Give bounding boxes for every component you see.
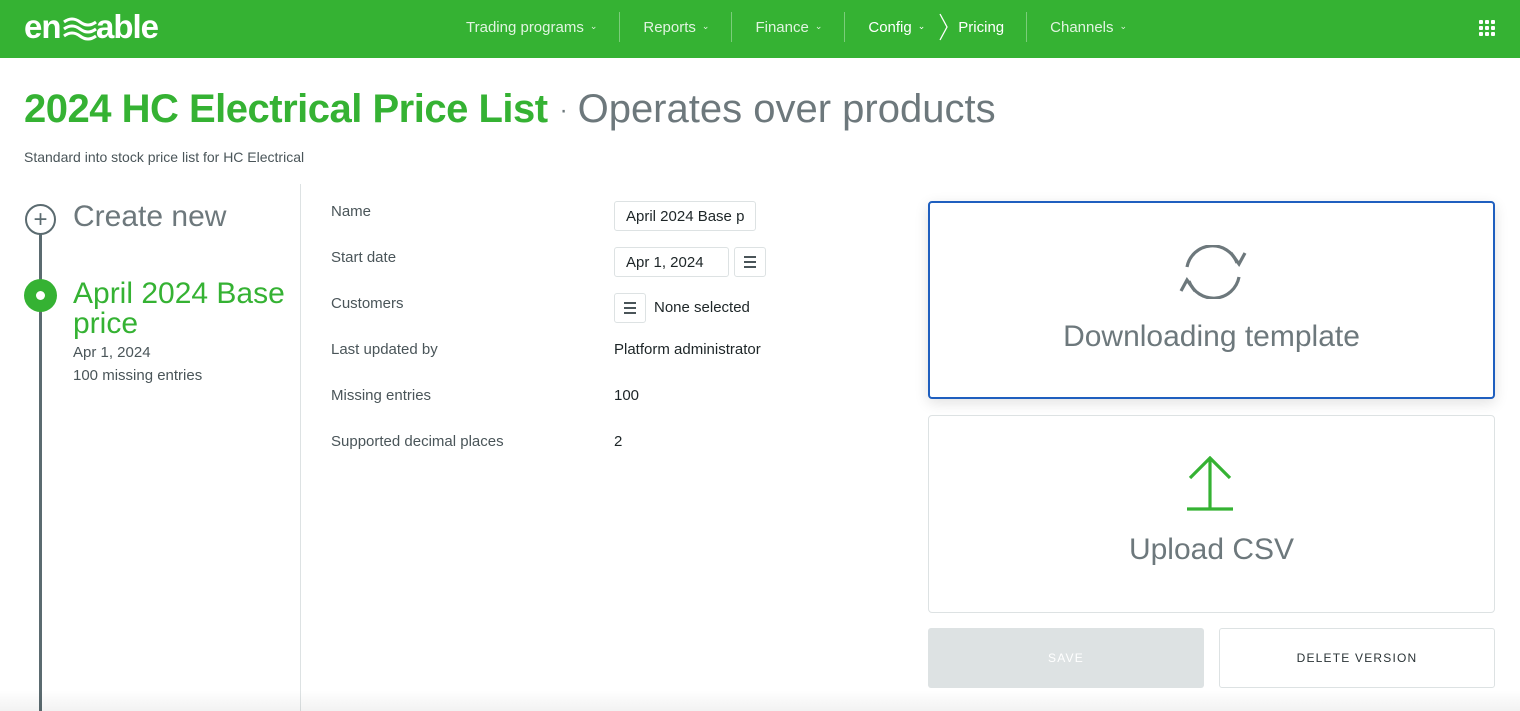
bottom-shadow xyxy=(0,690,1520,711)
nav-reports[interactable]: Reports ⌄ xyxy=(620,12,733,42)
download-template-label: Downloading template xyxy=(1063,320,1360,353)
price-list-title: 2024 HC Electrical Price List xyxy=(24,87,548,131)
grid-icon[interactable] xyxy=(1479,20,1495,36)
missing-entries-value: 100 xyxy=(614,387,640,404)
calendar-menu-icon[interactable] xyxy=(734,247,766,277)
last-updated-value: Platform administrator xyxy=(614,341,761,358)
download-template-card[interactable]: Downloading template xyxy=(928,201,1495,399)
start-date-label: Start date xyxy=(331,249,397,266)
top-nav-bar: en able Trading programs ⌄ Reports ⌄ Fin… xyxy=(0,0,1520,58)
nav-label: Trading programs xyxy=(466,18,584,36)
nav-label: Reports xyxy=(643,18,696,36)
upload-icon xyxy=(1187,456,1233,511)
nav-config[interactable]: Config ⌄ Pricing xyxy=(845,12,1028,42)
plus-circle-icon[interactable]: + xyxy=(25,204,56,235)
create-new-version[interactable]: Create new xyxy=(73,200,226,234)
breadcrumb-pricing[interactable]: Pricing xyxy=(958,19,1004,36)
nav-label: Channels xyxy=(1050,18,1114,36)
last-updated-label: Last updated by xyxy=(331,341,438,358)
chevron-down-icon: ⌄ xyxy=(917,20,926,31)
customers-value: None selected xyxy=(654,299,750,316)
version-item-label[interactable]: April 2024 Base price xyxy=(73,279,293,339)
enable-logo-mark: en able xyxy=(24,10,160,45)
decimal-places-value: 2 xyxy=(614,433,623,450)
chevron-down-icon: ⌄ xyxy=(589,20,598,31)
svg-text:able: able xyxy=(96,10,159,45)
start-date-field[interactable] xyxy=(614,247,729,277)
refresh-icon xyxy=(1179,245,1247,299)
nav-channels[interactable]: Channels ⌄ xyxy=(1027,12,1149,42)
upload-csv-label: Upload CSV xyxy=(1128,533,1295,566)
nav-finance[interactable]: Finance ⌄ xyxy=(732,12,846,42)
missing-entries-label: Missing entries xyxy=(331,387,432,404)
nav-label: Finance xyxy=(755,18,809,36)
title-separator: · xyxy=(559,97,568,125)
main-nav: Trading programs ⌄ Reports ⌄ Finance ⌄ C… xyxy=(443,12,1149,42)
customers-label: Customers xyxy=(331,295,404,312)
nav-label: Config xyxy=(868,18,912,36)
customers-menu-icon[interactable] xyxy=(614,293,646,323)
svg-text:en: en xyxy=(24,10,61,45)
name-field[interactable] xyxy=(614,201,756,231)
page-description: Standard into stock price list for HC El… xyxy=(24,149,305,165)
chevron-down-icon: ⌄ xyxy=(814,20,823,31)
brand-logo[interactable]: en able xyxy=(24,10,166,46)
page-title: 2024 HC Electrical Price List · Operates o… xyxy=(24,84,996,136)
chevron-down-icon: ⌄ xyxy=(701,20,710,31)
price-list-subtitle: Operates over products xyxy=(577,87,996,131)
version-item-date: Apr 1, 2024 xyxy=(73,344,151,361)
breadcrumb-chevron-icon xyxy=(939,13,949,41)
column-divider xyxy=(300,184,301,711)
version-item-missing: 100 missing entries xyxy=(73,367,203,384)
upload-csv-card[interactable]: Upload CSV xyxy=(928,415,1495,613)
name-label: Name xyxy=(331,203,372,220)
delete-version-button[interactable]: DELETE VERSION xyxy=(1219,628,1495,688)
active-version-dot-icon xyxy=(24,279,57,312)
save-button[interactable]: SAVE xyxy=(928,628,1204,688)
chevron-down-icon: ⌄ xyxy=(1119,20,1128,31)
decimal-places-label: Supported decimal places xyxy=(331,433,504,450)
nav-trading-programs[interactable]: Trading programs ⌄ xyxy=(443,12,621,42)
